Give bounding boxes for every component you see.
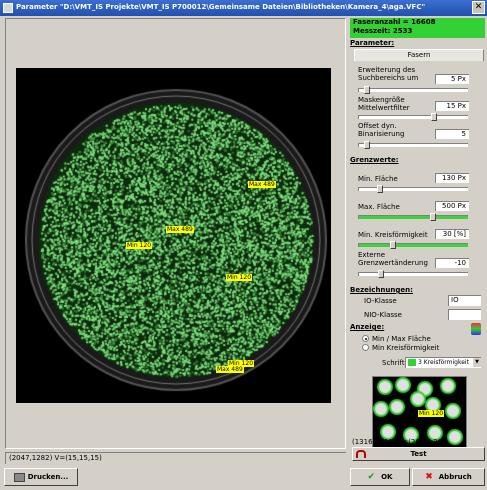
- limit-label: Min. Kreisförmigkeit: [358, 231, 428, 239]
- radio-minmax-area-label: Min / Max Fläche: [372, 335, 431, 343]
- ok-button[interactable]: ✔ OK: [350, 468, 410, 486]
- params-header: Parameter:: [350, 39, 395, 47]
- limit-value[interactable]: 500 Px: [435, 201, 469, 211]
- limit-slider[interactable]: [358, 272, 468, 276]
- title-bar: Parameter "D:\VMT_IS Projekte\VMT_IS P70…: [0, 0, 487, 16]
- param-slider[interactable]: [358, 115, 468, 119]
- preview-label: Min 120: [418, 410, 445, 417]
- radio-min-circularity[interactable]: [362, 344, 369, 351]
- param-slider-thumb[interactable]: [364, 141, 370, 149]
- limit-slider-thumb[interactable]: [378, 270, 384, 278]
- close-icon[interactable]: ✕: [472, 1, 485, 14]
- coordinate-readout: (2047,1282) V=(15,15,15): [5, 452, 346, 464]
- cancel-x-icon: ✖: [425, 472, 433, 482]
- nio-class-input[interactable]: [448, 309, 481, 320]
- radio-minmax-area[interactable]: [362, 335, 369, 342]
- io-label: IO-Klasse: [364, 297, 397, 305]
- param-label: Erweiterung des Suchbereichs um: [358, 66, 419, 82]
- font-label: Schrift:: [382, 359, 407, 367]
- display-header: Anzeige:: [350, 323, 385, 331]
- param-slider-thumb[interactable]: [364, 86, 370, 94]
- label-max: Max 489: [248, 181, 276, 188]
- cancel-button[interactable]: ✖ Abbruch: [412, 468, 485, 486]
- param-value[interactable]: 5: [435, 129, 469, 139]
- label-min: Min 120: [126, 242, 153, 249]
- color-swatch: [408, 359, 416, 366]
- limit-value[interactable]: -10: [435, 258, 469, 268]
- param-value[interactable]: 15 Px: [435, 101, 469, 111]
- print-button[interactable]: Drucken...: [4, 468, 78, 486]
- printer-icon: [13, 472, 25, 482]
- fiber-count: Faseranzahl = 16608: [353, 18, 436, 26]
- param-slider[interactable]: [358, 143, 468, 147]
- param-label: Offset dyn. Binarisierung: [358, 122, 405, 138]
- window-title: Parameter "D:\VMT_IS Projekte\VMT_IS P70…: [16, 3, 426, 11]
- limit-slider-thumb[interactable]: [390, 241, 396, 249]
- limit-slider[interactable]: [358, 187, 468, 191]
- limit-slider-thumb[interactable]: [430, 213, 436, 221]
- param-value[interactable]: 5 Px: [435, 74, 469, 84]
- plate-canvas[interactable]: [16, 68, 331, 403]
- limit-slider-thumb[interactable]: [377, 185, 383, 193]
- label-max: Max 489: [216, 366, 244, 373]
- paint-icon: [471, 323, 481, 335]
- test-button[interactable]: Test: [352, 447, 485, 461]
- limit-slider[interactable]: [358, 215, 468, 219]
- check-icon: ✔: [367, 472, 376, 482]
- magnet-icon: [356, 450, 366, 458]
- label-min: Min 120: [226, 274, 253, 281]
- param-slider-thumb[interactable]: [431, 113, 437, 121]
- nio-label: NIO-Klasse: [364, 311, 402, 319]
- limit-value[interactable]: 30 [%]: [435, 229, 469, 239]
- chevron-down-icon[interactable]: ▼: [473, 358, 481, 367]
- param-label: Maskengröße Mittelwertfilter: [358, 96, 410, 112]
- limit-slider[interactable]: [358, 243, 468, 247]
- measure-time: Messzeit: 2533: [353, 27, 413, 35]
- limit-label: Max. Fläche: [358, 203, 400, 211]
- preview-coordinates: (1316,1760) V=(26,26,26): [352, 438, 445, 446]
- sample-image[interactable]: Max 489 Max 489 Min 120 Min 120 Min 120 …: [16, 68, 331, 403]
- limit-label: Externe Grenzwertänderung: [358, 251, 428, 267]
- radio-min-circularity-label: Min Kreisförmigkeit: [372, 344, 440, 352]
- status-box: Faseranzahl = 16608 Messzeit: 2533: [350, 18, 485, 38]
- tab-fasern[interactable]: Fasern: [354, 49, 484, 61]
- font-select[interactable]: 3 Kreisförmigkeit ▼: [405, 357, 481, 368]
- right-panel: Faseranzahl = 16608 Messzeit: 2533 Param…: [350, 16, 485, 451]
- limits-header: Grenzwerte:: [350, 156, 399, 164]
- names-header: Bezeichnungen:: [350, 286, 413, 294]
- label-max: Max 489: [166, 226, 194, 233]
- io-class-input[interactable]: IO: [448, 295, 481, 306]
- app-icon: [3, 3, 13, 13]
- param-slider[interactable]: [358, 88, 468, 92]
- limit-value[interactable]: 130 Px: [435, 173, 469, 183]
- limit-label: Min. Fläche: [358, 175, 398, 183]
